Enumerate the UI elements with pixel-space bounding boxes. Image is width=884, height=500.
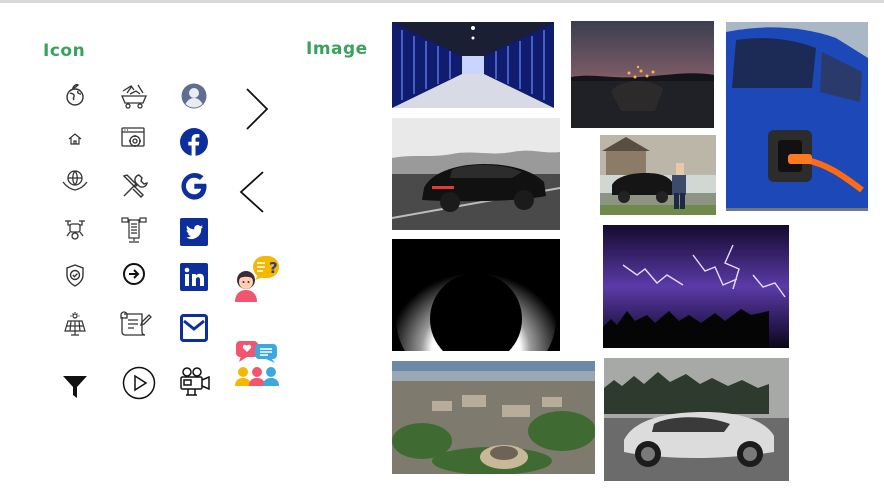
lightning-storm bbox=[603, 225, 789, 348]
data-center-corridor bbox=[392, 22, 554, 108]
electric-car-charging bbox=[726, 22, 868, 211]
solar-panel-icon bbox=[62, 312, 88, 336]
shield-check-icon bbox=[64, 263, 86, 288]
icon-section-heading: Icon bbox=[43, 41, 86, 61]
sunset-lake-hands bbox=[571, 21, 714, 128]
aerial-campus-view bbox=[392, 361, 595, 474]
drone-icon bbox=[61, 216, 89, 242]
top-divider bbox=[0, 0, 884, 3]
solar-eclipse bbox=[392, 239, 560, 351]
chevron-left-icon[interactable] bbox=[238, 170, 266, 214]
certificate-icon bbox=[118, 310, 152, 338]
mining-cart-icon bbox=[119, 82, 149, 110]
linkedin-icon[interactable] bbox=[180, 263, 208, 291]
image-section-heading: Image bbox=[306, 39, 368, 59]
server-network-icon bbox=[120, 216, 148, 244]
play-circle-icon bbox=[122, 366, 156, 400]
user-avatar-icon bbox=[181, 83, 207, 109]
tools-icon bbox=[120, 172, 148, 200]
google-icon[interactable] bbox=[180, 172, 208, 200]
support-agent-question-icon: ? bbox=[233, 254, 281, 302]
facebook-icon[interactable] bbox=[180, 128, 208, 156]
mail-icon[interactable] bbox=[180, 314, 208, 342]
video-camera-icon bbox=[178, 366, 212, 398]
settings-window-icon bbox=[120, 126, 148, 152]
arrow-circle-right-icon bbox=[122, 262, 146, 286]
white-supercar bbox=[604, 358, 789, 481]
home-icon bbox=[67, 132, 83, 146]
filter-icon bbox=[62, 374, 88, 400]
black-sports-car-road bbox=[392, 118, 560, 230]
twitter-icon[interactable] bbox=[180, 218, 208, 246]
team-chat-icon bbox=[233, 338, 281, 386]
globe-hands-icon bbox=[61, 168, 89, 194]
woman-with-electric-car bbox=[600, 135, 716, 215]
globe-hand-icon bbox=[63, 83, 87, 109]
svg-text:?: ? bbox=[269, 259, 278, 277]
chevron-right-icon[interactable] bbox=[244, 87, 270, 131]
